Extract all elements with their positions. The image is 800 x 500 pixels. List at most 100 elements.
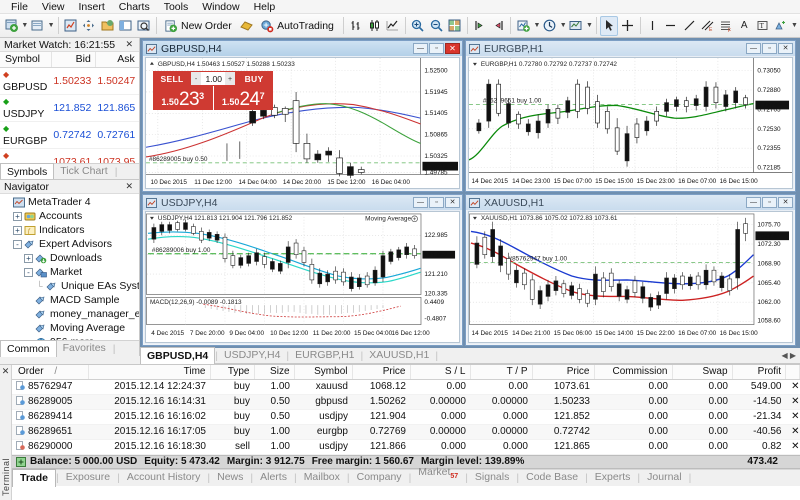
shapes-dropdown-icon[interactable]: ▼ (791, 22, 798, 29)
horizontal-line-button[interactable] (662, 16, 680, 36)
column-header-profit[interactable]: Profit (732, 365, 786, 379)
text-button[interactable]: A (735, 16, 753, 36)
minimize-icon[interactable]: — (413, 43, 428, 54)
order-row[interactable]: 862890052015.12.16 16:14:31buy0.50gbpusd… (12, 394, 800, 409)
maximize-icon[interactable]: ▫ (429, 197, 444, 208)
chart-window-gbpusd-h4[interactable]: GBPUSD,H4 — ▫ ✕ (142, 40, 463, 192)
market-watch-button[interactable] (61, 16, 79, 36)
chart-tabs-nav[interactable]: ◀ ▶ (781, 349, 800, 363)
volume-value[interactable]: 1.00 (201, 74, 225, 84)
chart-shift-button[interactable] (471, 16, 489, 36)
new-order-button[interactable]: New Order (160, 16, 238, 36)
chart-tab-eurgbp[interactable]: EURGBP,H1 (289, 347, 360, 363)
trendline-button[interactable] (680, 16, 698, 36)
terminal-tab-code-base[interactable]: Code Base (519, 469, 585, 486)
chart-tab-xauusd[interactable]: XAUUSD,H1 (363, 347, 435, 363)
metaeditor-button[interactable] (238, 16, 256, 36)
close-icon[interactable]: ✕ (445, 197, 460, 208)
equidistant-channel-button[interactable]: E (698, 16, 716, 36)
minimize-icon[interactable]: — (746, 43, 761, 54)
tab-tick-chart[interactable]: Tick Chart (54, 163, 113, 179)
terminal-tab-trade[interactable]: Trade (12, 469, 56, 487)
close-icon[interactable]: ✕ (778, 197, 793, 208)
column-header-type[interactable]: Type (210, 365, 254, 379)
one-click-trading-panel-gbpusd[interactable]: SELL - 1.00 + BUY 1.50 23 3 (153, 71, 273, 110)
column-header-tp[interactable]: T / P (470, 365, 532, 379)
terminal-tab-alerts[interactable]: Alerts (253, 469, 294, 486)
terminal-tab-account-history[interactable]: Account History (120, 469, 208, 486)
close-order-icon[interactable]: ✕ (786, 439, 800, 454)
terminal-tab-company[interactable]: Company (350, 469, 409, 486)
minimize-icon[interactable]: — (413, 197, 428, 208)
tree-expander[interactable]: - (13, 240, 22, 249)
terminal-tab-mailbox[interactable]: Mailbox (297, 469, 347, 486)
navigator-item-market[interactable]: -Market (0, 265, 139, 279)
navigator-item-indicators[interactable]: +fIndicators (0, 223, 139, 237)
order-row[interactable]: 857629472015.12.14 12:24:37buy1.00xauusd… (12, 379, 800, 394)
navigator-item-accounts[interactable]: +Accounts (0, 209, 139, 223)
tab-common[interactable]: Common (0, 340, 57, 357)
terminal-tab-experts[interactable]: Experts (588, 469, 638, 486)
tree-expander[interactable]: - (24, 268, 33, 277)
templates-dropdown-icon[interactable]: ▼ (586, 22, 593, 29)
strategy-tester-button[interactable] (135, 16, 153, 36)
close-order-icon[interactable]: ✕ (786, 409, 800, 424)
chart-canvas-eurgbp[interactable]: #86289651 buy 1.00 (468, 57, 793, 189)
maximize-icon[interactable]: ▫ (762, 197, 777, 208)
chart-canvas-gbpusd[interactable]: #86289005 buy 0.50 (145, 57, 460, 189)
terminal-tab-exposure[interactable]: Exposure (59, 469, 117, 486)
column-header-swap[interactable]: Swap (672, 365, 732, 379)
menu-item-window[interactable]: Window (195, 0, 246, 14)
market-watch-row[interactable]: ◆USDJPY121.852121.865 (0, 95, 139, 122)
order-row[interactable]: 862894142015.12.16 16:16:02buy0.50usdjpy… (12, 409, 800, 424)
column-header-order[interactable]: Order / (12, 365, 88, 379)
column-header-symbol[interactable]: Symbol (0, 52, 51, 68)
cursor-button[interactable] (600, 16, 618, 36)
autotrading-button[interactable]: AutoTrading (256, 16, 340, 36)
market-watch-row[interactable]: ◆GBPUSD1.502331.50247 (0, 68, 139, 95)
sell-button[interactable]: SELL (153, 71, 191, 86)
column-header-current-price[interactable]: Price (532, 365, 594, 379)
terminal-tab-news[interactable]: News (210, 469, 250, 486)
navigator-button[interactable] (98, 16, 116, 36)
tree-expander[interactable]: + (13, 226, 22, 235)
fibonacci-button[interactable]: F (717, 16, 735, 36)
column-header-bid[interactable]: Bid (51, 52, 95, 68)
column-header-time[interactable]: Time (88, 365, 210, 379)
navigator-item-downloads[interactable]: +Downloads (0, 251, 139, 265)
shapes-button[interactable] (772, 16, 790, 36)
menu-item-charts[interactable]: Charts (112, 0, 157, 14)
zoom-in-button[interactable] (409, 16, 427, 36)
chart-titlebar-eurgbp[interactable]: EURGBP,H1 — ▫ ✕ (466, 41, 795, 56)
tile-windows-button[interactable] (445, 16, 463, 36)
close-icon[interactable]: ✕ (778, 43, 793, 54)
order-row[interactable]: 862896512015.12.16 16:17:05buy1.00eurgbp… (12, 424, 800, 439)
chart-tab-usdjpy[interactable]: USDJPY,H4 (218, 347, 286, 363)
sell-price-display[interactable]: 1.50 23 3 (153, 86, 213, 110)
market-watch-row[interactable]: ◆EURGBP0.727420.72761 (0, 122, 139, 149)
minimize-icon[interactable]: — (746, 197, 761, 208)
tree-expander[interactable]: + (24, 254, 33, 263)
volume-decrement-button[interactable]: - (191, 72, 201, 85)
buy-price-display[interactable]: 1.50 24 7 (214, 86, 274, 110)
close-icon[interactable]: ✕ (2, 366, 10, 377)
chart-titlebar-xauusd[interactable]: XAUUSD,H1 — ▫ ✕ (466, 195, 795, 210)
menu-item-file[interactable]: File (4, 0, 35, 14)
navigator-item-moving-average[interactable]: Moving Average (0, 321, 139, 335)
close-order-icon[interactable]: ✕ (786, 424, 800, 439)
new-chart-dropdown-icon[interactable]: ▼ (21, 22, 28, 29)
maximize-icon[interactable]: ▫ (762, 43, 777, 54)
periods-button[interactable] (540, 16, 558, 36)
volume-increment-button[interactable]: + (225, 72, 235, 85)
terminal-tab-market[interactable]: Market57 (411, 464, 465, 485)
terminal-tab-signals[interactable]: Signals (468, 469, 516, 486)
chart-window-eurgbp-h1[interactable]: EURGBP,H1 — ▫ ✕ (465, 40, 796, 192)
buy-button[interactable]: BUY (235, 71, 273, 86)
zoom-out-button[interactable] (427, 16, 445, 36)
new-chart-button[interactable] (2, 16, 20, 36)
navigator-item-unique-eas-system-05[interactable]: └Unique EAs System 05 (0, 279, 139, 293)
chart-window-xauusd-h1[interactable]: XAUUSD,H1 — ▫ ✕ (465, 194, 796, 346)
navigator-item-metatrader-4[interactable]: MetaTrader 4 (0, 195, 139, 209)
column-header-size[interactable]: Size (254, 365, 294, 379)
chart-canvas-usdjpy[interactable]: #86289006 buy 1.00 (145, 211, 460, 343)
